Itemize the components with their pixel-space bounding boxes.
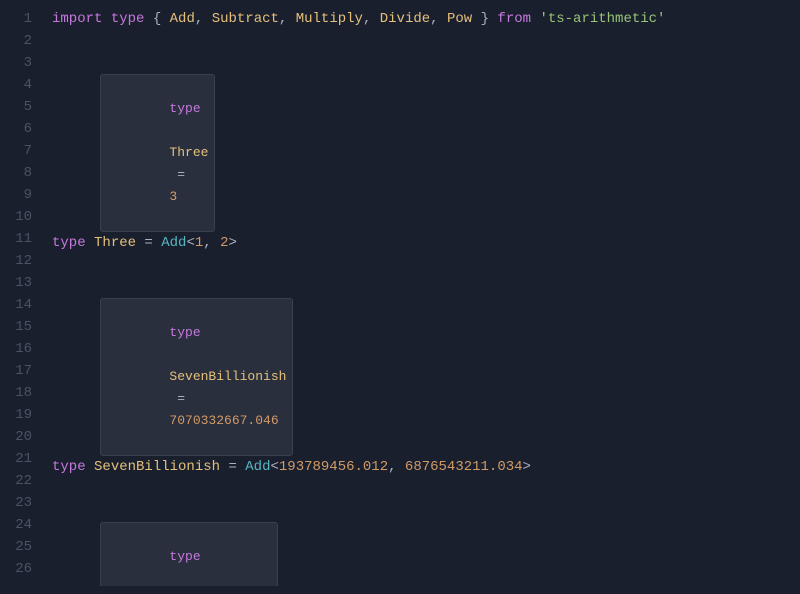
- tooltip-sevenbillionish: type SevenBillionish = 7070332667.046: [100, 298, 293, 456]
- tooltip-type-sbi: SevenBillionish: [169, 369, 286, 384]
- tooltip-kw-8: type: [169, 325, 200, 340]
- line-num-20: 20: [12, 426, 32, 448]
- space: [169, 347, 177, 362]
- op: =: [136, 232, 161, 254]
- op: =: [220, 456, 245, 478]
- space: [102, 8, 110, 30]
- tooltip-eq: =: [169, 167, 192, 182]
- line-num-10: 10: [12, 206, 32, 228]
- line-10: [52, 478, 788, 500]
- punct: ,: [430, 8, 447, 30]
- type-sbi-9: SevenBillionish: [94, 456, 220, 478]
- type-add-9: Add: [245, 456, 270, 478]
- line-num-26: 26: [12, 558, 32, 580]
- punct: ,: [388, 456, 405, 478]
- punct: ,: [363, 8, 380, 30]
- line-11: [52, 500, 788, 522]
- punct: >: [229, 232, 237, 254]
- line-num-17: 17: [12, 360, 32, 382]
- keyword-from: from: [497, 8, 531, 30]
- kw-type-5: type: [52, 232, 86, 254]
- tooltip-negativefifty: type NegativeFifty = -50: [100, 522, 278, 586]
- type-multiply: Multiply: [296, 8, 363, 30]
- line-num-16: 16: [12, 338, 32, 360]
- type-add: Add: [170, 8, 195, 30]
- line-num-13: 13: [12, 272, 32, 294]
- num-6876: 6876543211.034: [405, 456, 523, 478]
- line-num-11: 11: [12, 228, 32, 250]
- space: [169, 571, 177, 586]
- line-num-15: 15: [12, 316, 32, 338]
- tooltip-three: type Three = 3: [100, 74, 215, 232]
- kw-type-9: type: [52, 456, 86, 478]
- tooltip-kw-12: type: [169, 549, 200, 564]
- punct: >: [523, 456, 531, 478]
- keyword-import: import: [52, 8, 102, 30]
- punct: ,: [195, 8, 212, 30]
- line-num-14: 14: [12, 294, 32, 316]
- tooltip-type-three: Three: [169, 145, 208, 160]
- string-module: 'ts-arithmetic': [539, 8, 665, 30]
- tooltip-kw-type: type: [169, 101, 200, 116]
- line-6: [52, 254, 788, 276]
- code-editor: 1 2 3 4 5 6 7 8 9 10 11 12 13 14 15 16 1…: [0, 0, 800, 594]
- space: {: [144, 8, 169, 30]
- line-num-7: 7: [12, 140, 32, 162]
- punct: <: [270, 456, 278, 478]
- num-193: 193789456.012: [279, 456, 388, 478]
- punct: }: [472, 8, 497, 30]
- line-1: import type { Add , Subtract , Multiply …: [52, 8, 788, 30]
- tooltip-num-3: 3: [169, 189, 177, 204]
- type-subtract: Subtract: [212, 8, 279, 30]
- line-num-12: 12: [12, 250, 32, 272]
- line-num-4: 4: [12, 74, 32, 96]
- line-num-5: 5: [12, 96, 32, 118]
- type-pow: Pow: [447, 8, 472, 30]
- num-2: 2: [220, 232, 228, 254]
- code-content: import type { Add , Subtract , Multiply …: [40, 8, 800, 586]
- line-num-2: 2: [12, 30, 32, 52]
- type-add-5: Add: [161, 232, 186, 254]
- line-num-9: 9: [12, 184, 32, 206]
- tooltip-num-sbi: 7070332667.046: [169, 413, 278, 428]
- line-8: type SevenBillionish = 7070332667.046: [52, 298, 788, 456]
- keyword-type: type: [111, 8, 145, 30]
- line-num-6: 6: [12, 118, 32, 140]
- num-1: 1: [195, 232, 203, 254]
- line-5: type Three = Add < 1 , 2 >: [52, 232, 788, 254]
- space: [86, 232, 94, 254]
- punct: <: [186, 232, 194, 254]
- line-7: [52, 276, 788, 298]
- line-num-3: 3: [12, 52, 32, 74]
- line-2: [52, 30, 788, 52]
- line-num-22: 22: [12, 470, 32, 492]
- line-num-19: 19: [12, 404, 32, 426]
- tooltip-eq-8: =: [169, 391, 192, 406]
- punct: ,: [203, 232, 220, 254]
- line-num-25: 25: [12, 536, 32, 558]
- line-num-21: 21: [12, 448, 32, 470]
- line-9: type SevenBillionish = Add < 193789456.0…: [52, 456, 788, 478]
- line-numbers: 1 2 3 4 5 6 7 8 9 10 11 12 13 14 15 16 1…: [0, 8, 40, 586]
- space: [531, 8, 539, 30]
- line-4: type Three = 3: [52, 74, 788, 232]
- line-num-23: 23: [12, 492, 32, 514]
- type-three-5: Three: [94, 232, 136, 254]
- space: [86, 456, 94, 478]
- line-3: [52, 52, 788, 74]
- line-num-18: 18: [12, 382, 32, 404]
- line-12: type NegativeFifty = -50: [52, 522, 788, 586]
- line-num-24: 24: [12, 514, 32, 536]
- tooltip-space: [169, 123, 177, 138]
- line-num-1: 1: [12, 8, 32, 30]
- line-num-8: 8: [12, 162, 32, 184]
- type-divide: Divide: [380, 8, 430, 30]
- punct: ,: [279, 8, 296, 30]
